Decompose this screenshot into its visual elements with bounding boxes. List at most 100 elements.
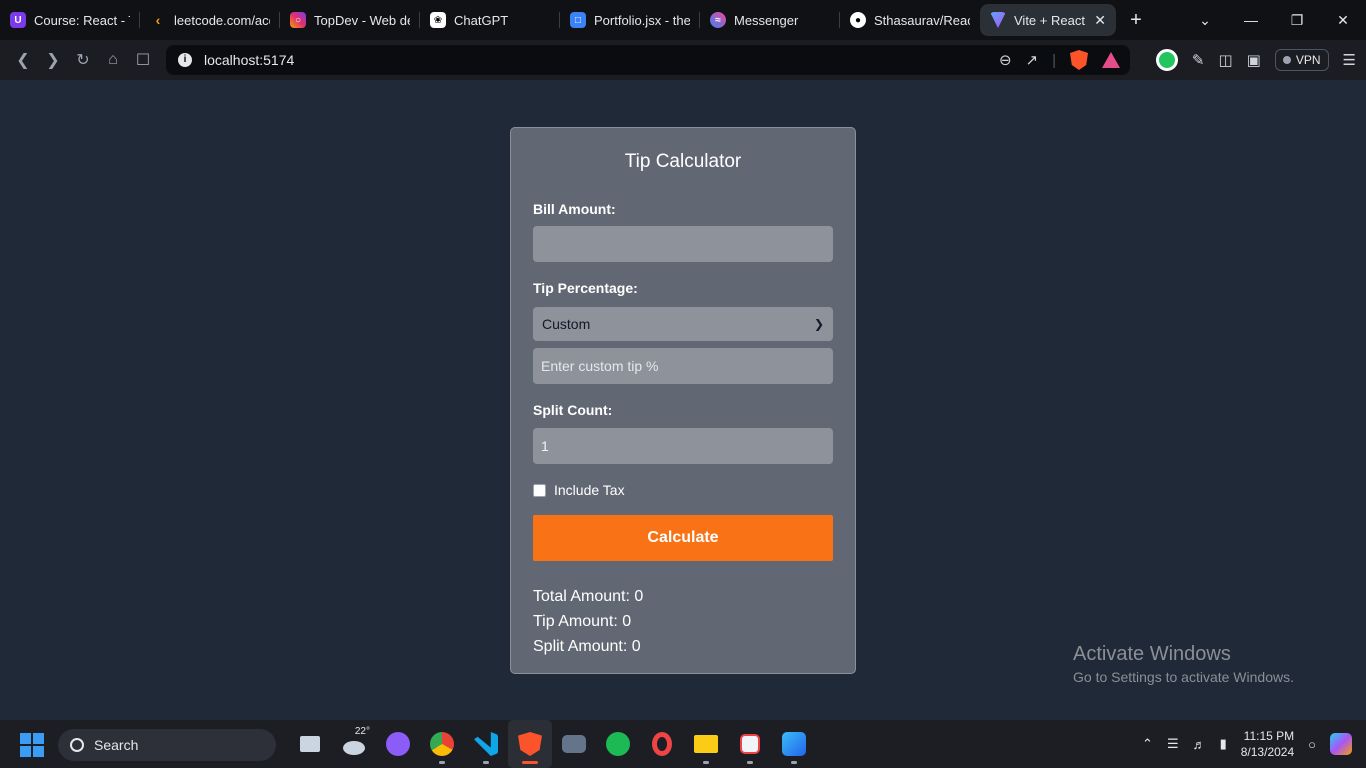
weather-icon[interactable]: 22°	[332, 720, 376, 768]
weather-temp: 22°	[354, 726, 370, 737]
reload-icon[interactable]: ↻	[68, 50, 98, 70]
battery-icon[interactable]: ▮	[1220, 736, 1227, 752]
github-desktop-icon[interactable]	[376, 720, 420, 768]
wifi-icon[interactable]: ☰	[1167, 736, 1179, 752]
opera-icon[interactable]	[640, 720, 684, 768]
tab-instagram[interactable]: ○ TopDev - Web de	[280, 4, 420, 36]
tab-title: Vite + React	[1014, 12, 1085, 28]
photos-icon[interactable]	[772, 720, 816, 768]
forward-icon[interactable]: ❯	[38, 50, 68, 70]
start-button-icon[interactable]	[20, 733, 44, 757]
zoom-icon[interactable]: ⊖	[999, 51, 1012, 69]
url-text[interactable]: localhost:5174	[204, 52, 294, 68]
leetcode-icon: ‹	[155, 12, 161, 28]
extensions-icon[interactable]: ✎	[1192, 51, 1205, 69]
chrome-icon[interactable]	[420, 720, 464, 768]
copilot-icon[interactable]	[1330, 733, 1352, 755]
chatgpt-icon: ❀	[430, 12, 446, 28]
browser-toolbar: ❮ ❯ ↻ ⌂ ☐ i localhost:5174 ⊖ ↗ | ✎ ◫ ▣ V…	[0, 40, 1366, 80]
brave-rewards-icon[interactable]	[1102, 52, 1120, 68]
sidebar-icon[interactable]: ◫	[1218, 51, 1232, 69]
total-amount: Total Amount: 0	[533, 588, 644, 605]
brave-shields-icon[interactable]	[1070, 50, 1088, 70]
menu-icon[interactable]: ☰	[1343, 51, 1356, 69]
close-tab-icon[interactable]: ✕	[1094, 12, 1106, 29]
calculate-button[interactable]: Calculate	[533, 515, 833, 561]
tab-title: Messenger	[734, 12, 799, 28]
chevron-down-icon: ❯	[813, 317, 824, 331]
browser-tab-bar: U Course: React - Tl ‹ leetcode.com/acc …	[0, 0, 1366, 40]
notification-bell-icon[interactable]: ○	[1308, 737, 1316, 752]
share-icon[interactable]: ↗	[1026, 51, 1039, 69]
date: 8/13/2024	[1240, 745, 1295, 759]
spotify-icon[interactable]	[596, 720, 640, 768]
bill-amount-input[interactable]	[533, 226, 833, 262]
include-tax-checkbox[interactable]	[533, 483, 546, 497]
tip-calculator-card: Tip Calculator Bill Amount: Tip Percenta…	[510, 127, 856, 674]
tip-percentage-select[interactable]: Custom ❯	[533, 307, 833, 341]
page-title: Tip Calculator	[624, 151, 742, 172]
tab-leetcode[interactable]: ‹ leetcode.com/acc	[140, 4, 280, 36]
tab-title: Portfolio.jsx - the	[594, 12, 690, 28]
split-count-input[interactable]	[533, 428, 833, 464]
udemy-icon: U	[10, 12, 26, 28]
codesandbox-icon: □	[570, 12, 586, 28]
tab-chatgpt[interactable]: ❀ ChatGPT	[420, 4, 560, 36]
volume-icon[interactable]: ♬	[1193, 737, 1206, 752]
system-tray: ⌃ ☰ ♬ ▮ 11:15 PM 8/13/2024 ○	[1142, 720, 1366, 768]
instagram-icon: ○	[290, 12, 306, 28]
site-info-icon[interactable]: i	[178, 53, 192, 67]
vite-icon	[990, 12, 1006, 28]
search-label: Search	[94, 737, 139, 753]
vscode-icon[interactable]	[464, 720, 508, 768]
tab-messenger[interactable]: ≈ Messenger	[700, 4, 840, 36]
tab-github[interactable]: ● Sthasaurav/React	[840, 4, 980, 36]
tip-selected-value: Custom	[542, 316, 591, 332]
taskbar-apps: 22°	[288, 720, 816, 768]
back-icon[interactable]: ❮	[8, 50, 38, 70]
restore-icon[interactable]: ❐	[1274, 12, 1320, 29]
bill-amount-label: Bill Amount:	[533, 201, 616, 217]
vpn-button[interactable]: VPN	[1274, 49, 1329, 71]
new-tab-button[interactable]: +	[1116, 9, 1156, 32]
file-explorer-icon[interactable]	[684, 720, 728, 768]
toolbar-right: ✎ ◫ ▣ VPN ☰	[1155, 40, 1356, 80]
tab-title: leetcode.com/acc	[174, 12, 270, 28]
extension-green-icon[interactable]	[1155, 49, 1178, 71]
clock[interactable]: 11:15 PM 8/13/2024	[1241, 728, 1294, 760]
address-bar-actions: ⊖ ↗ |	[999, 45, 1120, 75]
bookmark-icon[interactable]: ☐	[128, 50, 158, 70]
messenger-icon: ≈	[710, 12, 726, 28]
chevron-up-icon[interactable]: ⌃	[1142, 736, 1153, 752]
tip-amount: Tip Amount: 0	[533, 613, 632, 630]
results: Total Amount: 0 Tip Amount: 0 Split Amou…	[533, 584, 833, 659]
taskbar-search[interactable]: Search	[58, 729, 276, 761]
vpn-status-icon	[1282, 56, 1291, 64]
brave-icon[interactable]	[508, 720, 552, 768]
tab-title: ChatGPT	[454, 12, 509, 28]
tab-vite-react[interactable]: Vite + React ✕	[980, 4, 1116, 36]
taskbar: Search 22° ⌃ ☰ ♬ ▮ 11:15 PM 8/13/2024 ○	[0, 720, 1366, 768]
snipping-tool-icon[interactable]	[728, 720, 772, 768]
custom-tip-input[interactable]	[533, 348, 833, 384]
activate-windows-watermark: Activate Windows Go to Settings to activ…	[1073, 643, 1294, 685]
tab-title: TopDev - Web de	[314, 12, 410, 28]
watermark-title: Activate Windows	[1073, 643, 1231, 665]
tab-portfolio[interactable]: □ Portfolio.jsx - the	[560, 4, 700, 36]
tab-udemy[interactable]: U Course: React - Tl	[0, 4, 140, 36]
close-window-icon[interactable]: ✕	[1320, 12, 1366, 29]
divider: |	[1052, 51, 1056, 69]
include-tax-row: Include Tax	[533, 482, 833, 498]
task-view-icon[interactable]	[288, 720, 332, 768]
split-count-label: Split Count:	[533, 402, 613, 418]
home-icon[interactable]: ⌂	[98, 51, 128, 69]
window-controls: ⌄ — ❐ ✕	[1182, 0, 1366, 40]
terminal-icon[interactable]	[552, 720, 596, 768]
time: 11:15 PM	[1243, 729, 1295, 743]
tab-search-icon[interactable]: ⌄	[1182, 12, 1228, 29]
wallet-icon[interactable]: ▣	[1247, 51, 1261, 69]
watermark-subtitle: Go to Settings to activate Windows.	[1073, 669, 1294, 685]
tab-title: Course: React - Tl	[34, 12, 130, 28]
address-bar[interactable]: i localhost:5174 ⊖ ↗ |	[166, 45, 1130, 75]
minimize-icon[interactable]: —	[1228, 12, 1274, 28]
